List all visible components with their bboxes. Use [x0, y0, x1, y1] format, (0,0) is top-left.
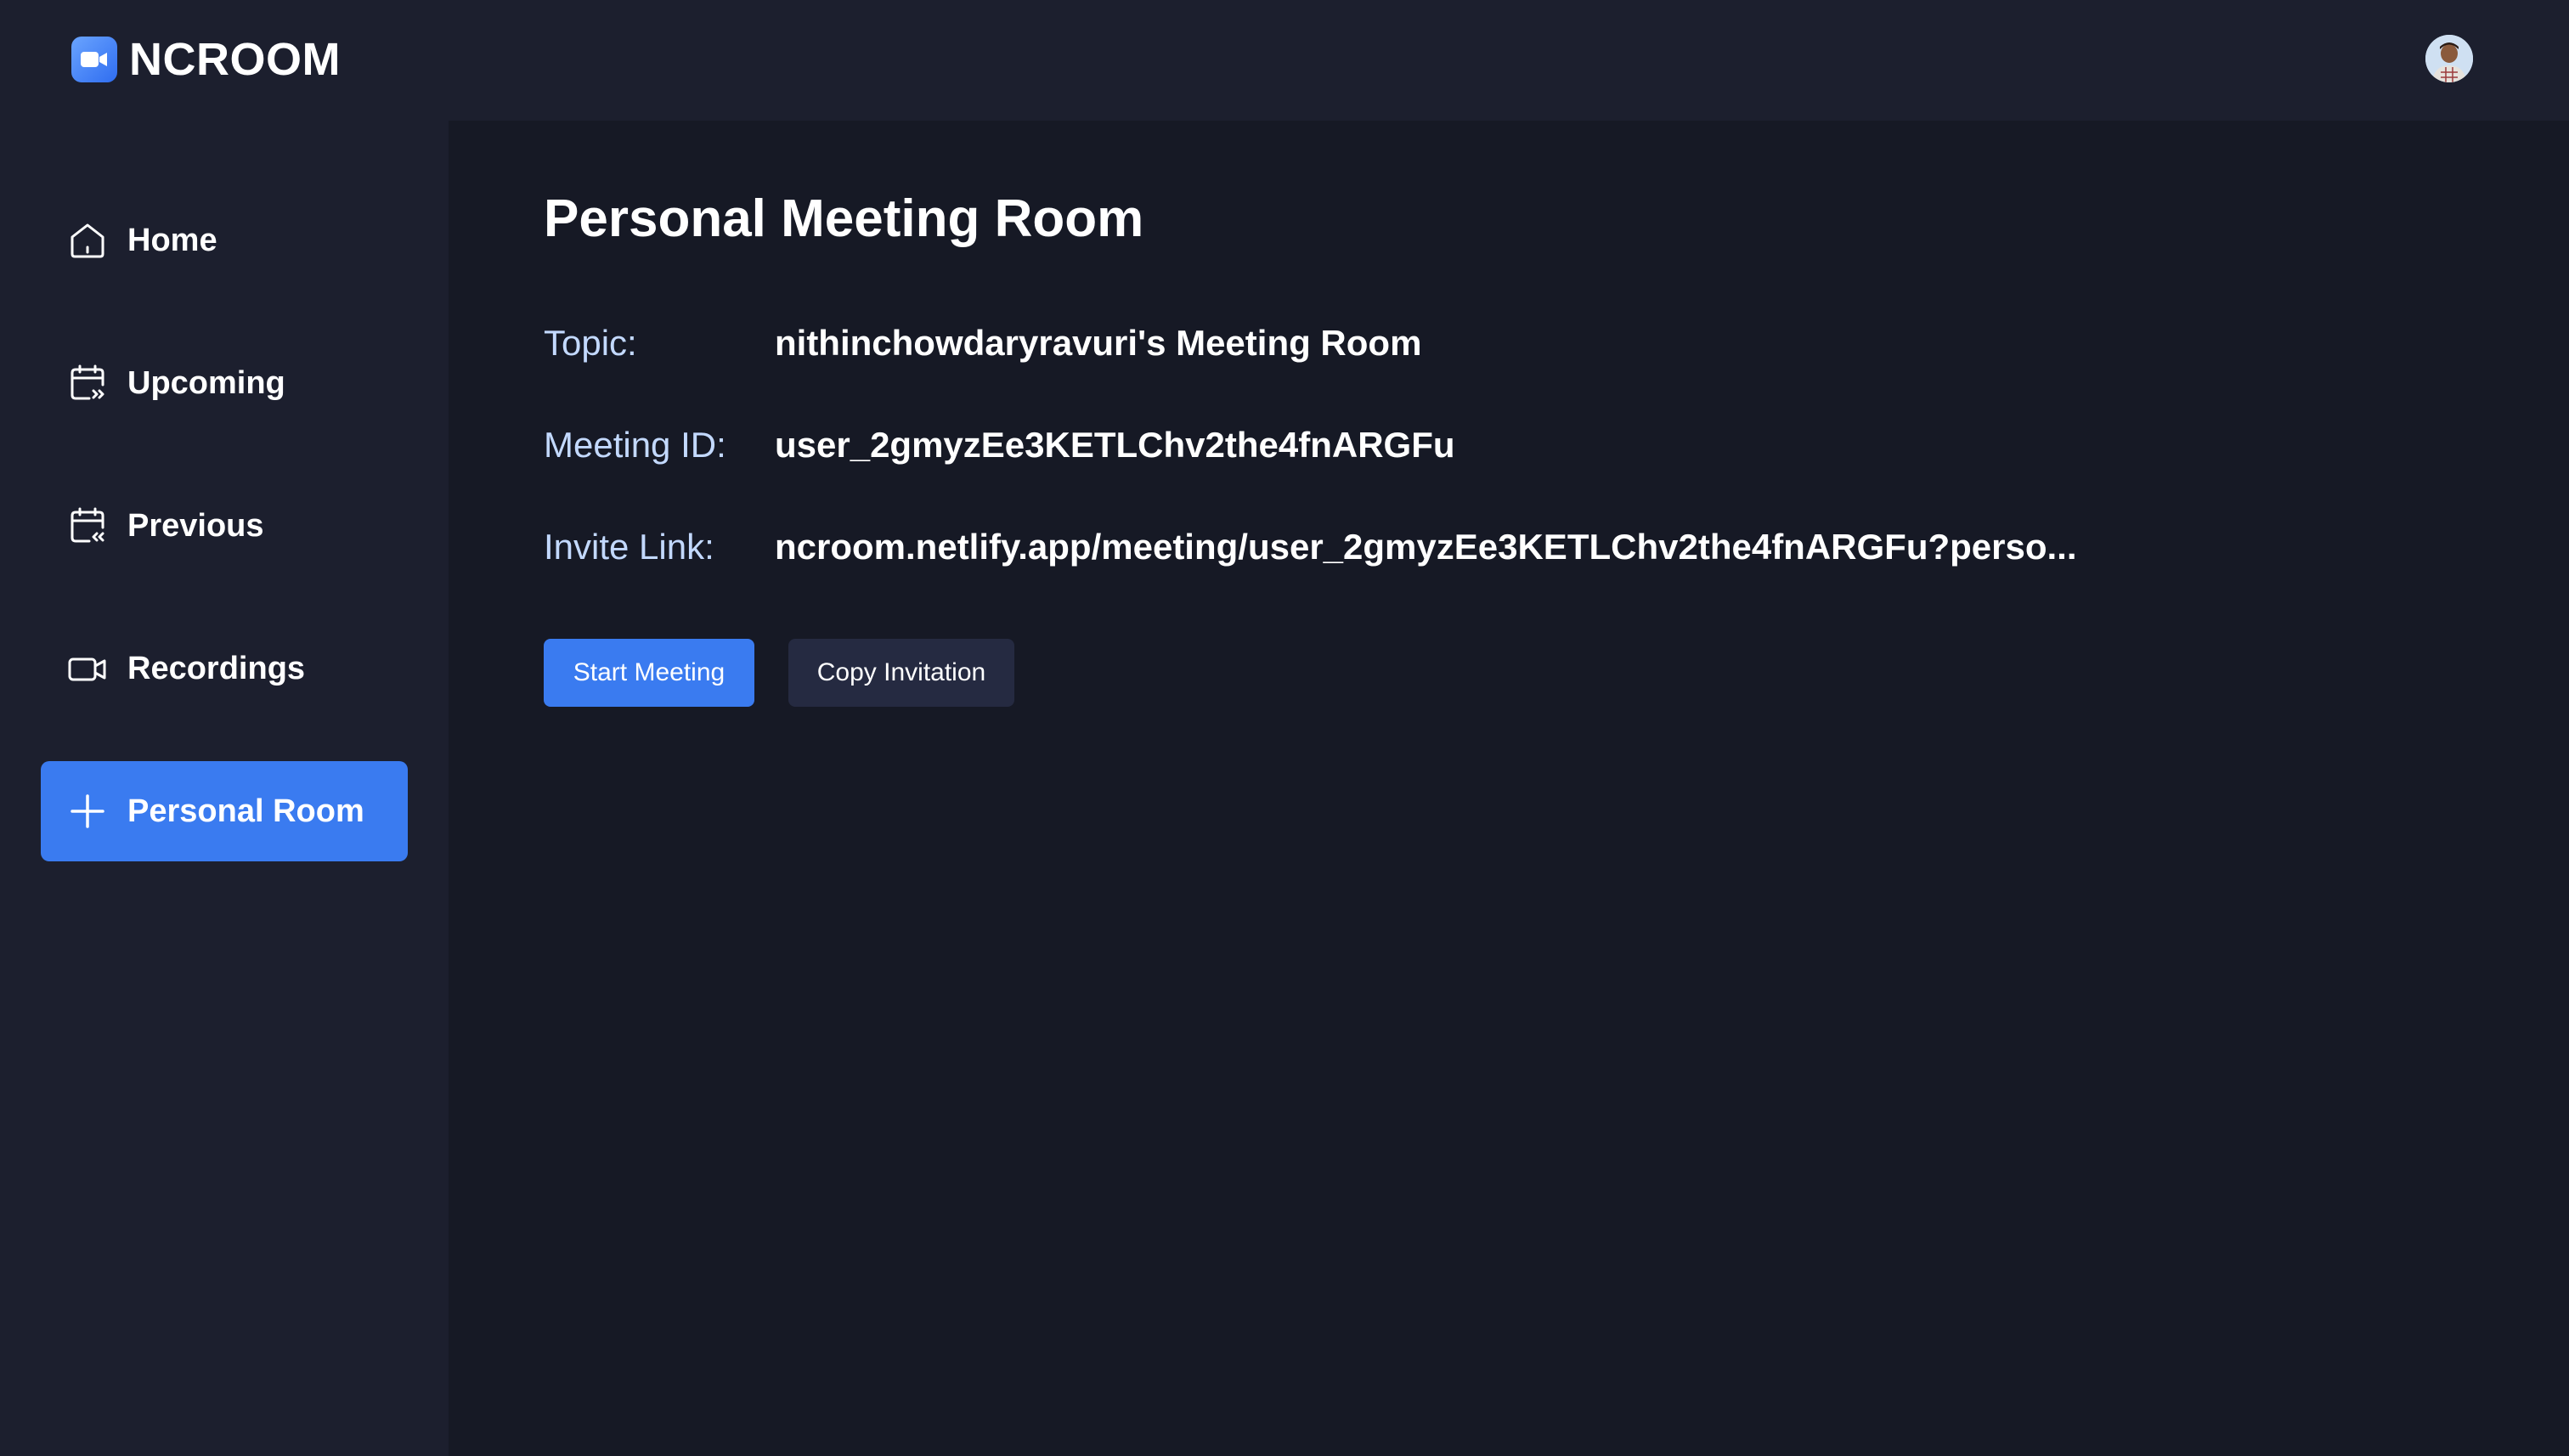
sidebar-item-label: Personal Room: [127, 793, 364, 829]
meeting-id-value: user_2gmyzEe3KETLChv2the4fnARGFu: [775, 425, 1455, 465]
home-icon: [66, 219, 109, 262]
user-avatar[interactable]: [2425, 35, 2473, 82]
sidebar-item-previous[interactable]: Previous: [41, 476, 408, 576]
start-meeting-button[interactable]: Start Meeting: [544, 639, 754, 707]
app-name: NCROOM: [129, 34, 341, 85]
video-camera-logo-icon: [71, 37, 117, 82]
sidebar-item-personal-room[interactable]: Personal Room: [41, 761, 408, 861]
calendar-forward-icon: [66, 362, 109, 404]
invite-link-value: ncroom.netlify.app/meeting/user_2gmyzEe3…: [775, 527, 2077, 567]
calendar-back-icon: [66, 505, 109, 547]
invite-link-row: Invite Link: ncroom.netlify.app/meeting/…: [544, 522, 2077, 573]
video-icon: [66, 647, 109, 690]
sidebar-item-label: Home: [127, 222, 217, 258]
meeting-id-row: Meeting ID: user_2gmyzEe3KETLChv2the4fnA…: [544, 420, 1455, 471]
sidebar-item-recordings[interactable]: Recordings: [41, 618, 408, 719]
sidebar-item-label: Upcoming: [127, 364, 285, 401]
meeting-id-label: Meeting ID:: [544, 425, 726, 465]
topic-row: Topic: nithinchowdaryravuri's Meeting Ro…: [544, 318, 1421, 369]
logo-link[interactable]: NCROOM: [71, 34, 341, 85]
sidebar-item-home[interactable]: Home: [41, 190, 408, 291]
sidebar-item-label: Previous: [127, 507, 264, 544]
topic-value: nithinchowdaryravuri's Meeting Room: [775, 323, 1422, 363]
sidebar: Home Upcoming Previous Recordings Person…: [0, 121, 449, 1456]
sidebar-item-upcoming[interactable]: Upcoming: [41, 333, 408, 433]
copy-invitation-button[interactable]: Copy Invitation: [788, 639, 1014, 707]
page-title: Personal Meeting Room: [544, 189, 1144, 248]
invite-link-label: Invite Link:: [544, 527, 714, 567]
app-root: NCROOM Home Upcoming Previous Recordings…: [0, 0, 2569, 1456]
plus-icon: [66, 790, 109, 832]
main-content: Personal Meeting Room Topic: nithinchowd…: [449, 121, 2569, 1456]
sidebar-item-label: Recordings: [127, 650, 306, 686]
topic-label: Topic:: [544, 323, 637, 363]
top-navbar: NCROOM: [0, 0, 2569, 121]
